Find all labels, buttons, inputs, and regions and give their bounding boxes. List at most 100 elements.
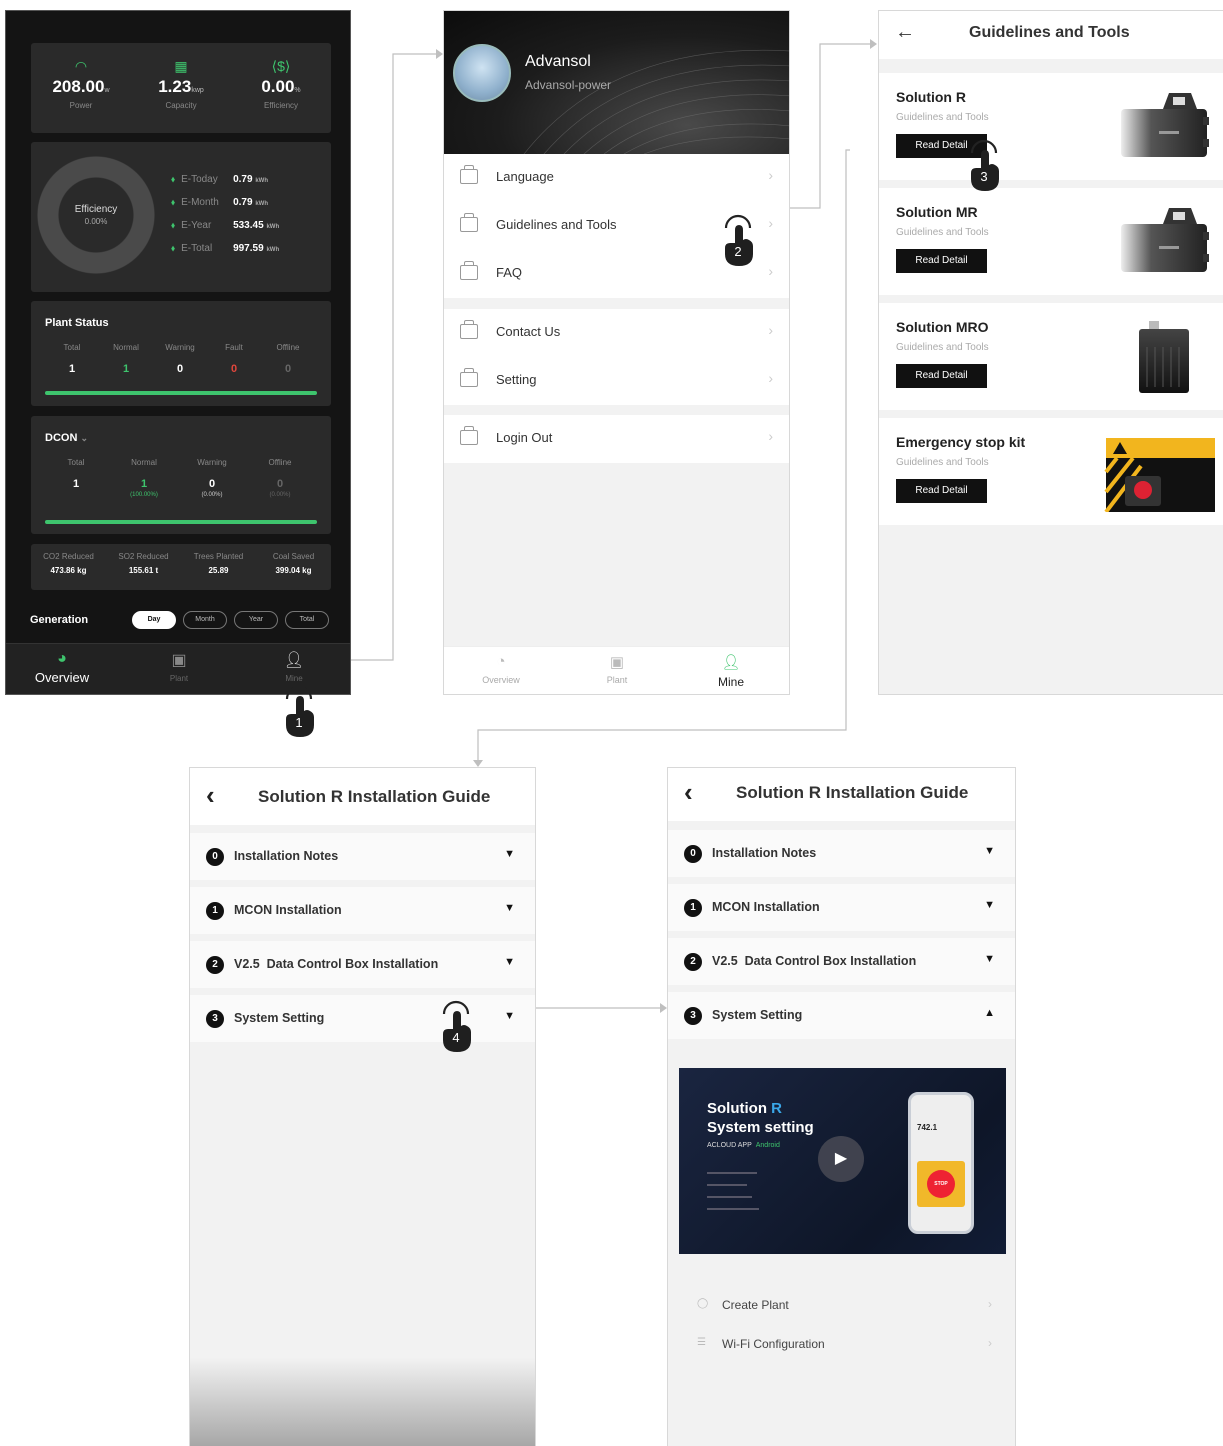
dcon-card[interactable]: DCON ⌄ Total 1 Normal 1 (100.00%) Warning 0(…	[31, 416, 331, 534]
tap-hand-icon: 2	[724, 214, 753, 266]
menu-item-setting[interactable]: Setting ›	[444, 357, 789, 405]
nav-mine[interactable]: 👤︎ Mine	[244, 650, 344, 683]
energy-month: ⬧ E-Month 0.79 kWh	[171, 197, 268, 208]
caret-down-icon: ▼	[504, 956, 515, 968]
svg-text:1: 1	[295, 715, 302, 730]
top-bar: ‹ Solution R Installation Guide	[190, 768, 535, 825]
section-mcon-installation[interactable]: 1 MCON Installation ▼	[190, 887, 535, 934]
tab-month[interactable]: Month	[183, 611, 227, 629]
card-solution-mr: Solution MR Guidelines and Tools Read De…	[879, 188, 1223, 295]
chevron-right-icon: ›	[768, 263, 773, 279]
section-system-setting[interactable]: 3 System Setting ▼	[190, 995, 535, 1042]
profile-name: Advansol	[525, 53, 591, 70]
dcon-total: Total 1	[67, 458, 85, 490]
back-chevron-icon[interactable]: ‹	[684, 777, 693, 808]
read-detail-button[interactable]: Read Detail	[896, 364, 987, 388]
grid-icon: ▦	[174, 58, 188, 74]
section-installation-notes[interactable]: 0 Installation Notes ▼	[190, 833, 535, 880]
tap-hand-icon: 1	[285, 685, 314, 737]
coal-saved: Coal Saved 399.04 kg	[272, 552, 315, 575]
energy-today: ⬧ E-Today 0.79 kWh	[171, 174, 268, 185]
installation-guide-screen: ‹ Solution R Installation Guide 0 Install…	[189, 767, 536, 1446]
avatar[interactable]	[453, 44, 511, 102]
plant-status-bar	[45, 391, 317, 395]
svg-text:3: 3	[980, 169, 987, 184]
installation-guide-expanded-screen: ‹ Solution R Installation Guide 0 Install…	[667, 767, 1016, 1446]
donut-value: 0.00%	[84, 217, 108, 226]
gauge-icon: ◠	[74, 58, 88, 74]
menu-group-3: Login Out ›	[444, 415, 789, 463]
tab-year[interactable]: Year	[234, 611, 278, 629]
plant-icon: ▣	[609, 654, 625, 671]
tab-day[interactable]: Day	[132, 611, 176, 629]
caret-down-icon: ▼	[984, 899, 995, 911]
emergency-kit-image	[1104, 438, 1215, 512]
menu-item-logout[interactable]: Login Out ›	[444, 415, 789, 463]
briefcase-icon	[460, 165, 478, 184]
chevron-right-icon: ›	[768, 370, 773, 386]
briefcase-icon	[460, 261, 478, 280]
caret-down-icon: ▼	[984, 845, 995, 857]
plant-total: Total 1	[63, 343, 81, 375]
dcon-normal: Normal 1 (100.00%)	[130, 458, 158, 498]
nav-mine[interactable]: 👤︎ Mine	[676, 653, 786, 689]
profile-subtitle: Advansol-power	[525, 78, 612, 92]
link-create-plant[interactable]: ◯ Create Plant ›	[679, 1286, 1004, 1325]
energy-card: Efficiency 0.00% ⬧ E-Today 0.79 kWh ⬧ E-Mon…	[31, 142, 331, 292]
efficiency-donut: Efficiency 0.00%	[37, 156, 155, 274]
nav-overview[interactable]: ◔ Overview	[446, 653, 556, 685]
dcon-title[interactable]: DCON ⌄	[45, 432, 88, 444]
nav-overview[interactable]: ◕ Overview	[12, 650, 112, 685]
section-data-control-box[interactable]: 2 V2.5 Data Control Box Installation ▼	[190, 941, 535, 988]
plant-status-title: Plant Status	[45, 317, 109, 329]
phone-mockup: 742.1 STOP	[908, 1092, 974, 1234]
profile-screen: Advansol Advansol-power Language › Guidel…	[443, 10, 790, 695]
chevron-right-icon: ›	[768, 167, 773, 183]
back-chevron-icon[interactable]: ‹	[206, 780, 215, 811]
stop-button-image: STOP	[927, 1170, 955, 1198]
video-app-label: ACLOUD APP Android	[707, 1142, 780, 1149]
card-solution-mro: Solution MRO Guidelines and Tools Read D…	[879, 303, 1223, 410]
briefcase-icon	[460, 213, 478, 232]
data-box-image	[1139, 321, 1189, 393]
efficiency-metric: ⟨$⟩ 0.00% Efficiency	[231, 57, 331, 110]
system-setting-video[interactable]: Solution R System setting ACLOUD APP Andr…	[679, 1068, 1006, 1254]
caret-down-icon: ▼	[504, 902, 515, 914]
chevron-down-icon: ⌄	[80, 433, 88, 443]
caret-up-icon: ▲	[984, 1007, 995, 1019]
dcon-offline: Offline 0 (0.00%)	[268, 458, 292, 498]
capacity-metric: ▦ 1.23kwp Capacity	[131, 57, 231, 110]
generation-title: Generation	[30, 614, 89, 626]
menu-item-language[interactable]: Language ›	[444, 154, 789, 202]
tap-hand-icon: 3	[970, 139, 999, 191]
back-arrow-icon[interactable]: ←	[895, 21, 915, 44]
section-data-control-box[interactable]: 2 V2.5 Data Control Box Installation ▼	[668, 938, 1015, 985]
chevron-right-icon: ›	[768, 428, 773, 444]
read-detail-button[interactable]: Read Detail	[896, 249, 987, 273]
caret-down-icon: ▼	[984, 953, 995, 965]
play-icon[interactable]: ▶	[818, 1136, 864, 1182]
dcon-warning: Warning 0 (0.00%)	[197, 458, 227, 498]
overview-icon: ◔	[496, 653, 506, 670]
tab-total[interactable]: Total	[285, 611, 329, 629]
caret-down-icon: ▼	[504, 1010, 515, 1022]
plant-warning: Warning 0	[165, 343, 195, 375]
card-emergency-stop-kit: Emergency stop kit Guidelines and Tools …	[879, 418, 1223, 525]
so2-reduced: SO2 Reduced 155.61 t	[118, 552, 169, 575]
page-title: Solution R Installation Guide	[258, 787, 491, 806]
link-wifi-configuration[interactable]: ☰ Wi-Fi Configuration ›	[679, 1325, 1004, 1364]
nav-plant[interactable]: ▣ Plant	[129, 650, 229, 683]
section-system-setting[interactable]: 3 System Setting ▲	[668, 992, 1015, 1039]
dcon-status-bar	[45, 520, 317, 524]
read-detail-button[interactable]: Read Detail	[896, 479, 987, 503]
co2-reduced: CO2 Reduced 473.86 kg	[43, 552, 94, 575]
menu-item-contact[interactable]: Contact Us ›	[444, 309, 789, 357]
power-metric: ◠ 208.00w Power	[31, 57, 131, 110]
briefcase-icon	[460, 320, 478, 339]
section-mcon-installation[interactable]: 1 MCON Installation ▼	[668, 884, 1015, 931]
section-installation-notes[interactable]: 0 Installation Notes ▼	[668, 830, 1015, 877]
energy-total: ⬧ E-Total 997.59 kWh	[171, 243, 280, 254]
efficiency-icon: ⟨$⟩	[271, 58, 291, 74]
nav-plant[interactable]: ▣ Plant	[562, 653, 672, 685]
caret-down-icon: ▼	[504, 848, 515, 860]
